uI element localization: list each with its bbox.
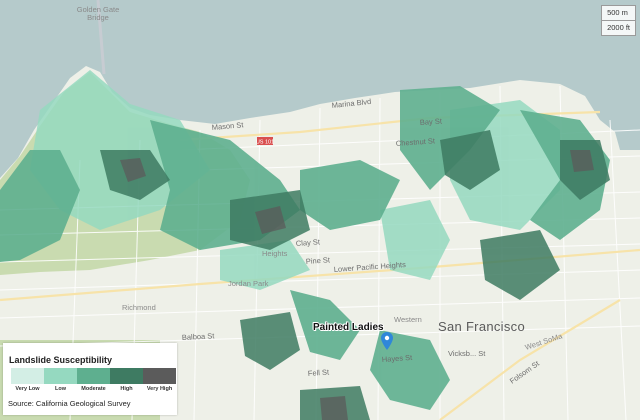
map-view[interactable]: US 101 Golden Gate Bridge Marina Blvd Ma… [0,0,640,420]
scale-bar: 500 m 2000 ft [601,5,636,36]
scale-imperial: 2000 ft [602,20,635,35]
area-richmond: Richmond [122,303,156,312]
legend-label-high: High [120,386,133,392]
painted-ladies-label[interactable]: Painted Ladies [313,322,384,333]
street-clay-st: Clay St [296,237,322,248]
street-vicksburg-st: Vicksb... St [448,349,486,358]
street-bay-st: Bay St [420,116,444,127]
legend-swatch-very-high [143,368,176,384]
area-heights: Heights [262,249,288,258]
city-label: San Francisco [438,319,525,334]
street-balboa-st: Balboa St [182,331,216,342]
legend-label-moderate: Moderate [81,386,106,392]
legend-swatch-low [44,368,77,384]
legend-source: Source: California Geological Survey [8,399,131,408]
legend-color-bar [11,368,176,384]
street-pine-st: Pine St [306,255,332,266]
legend-swatch-moderate [77,368,110,384]
area-jordan-park: Jordan Park [228,279,269,288]
legend-swatch-very-low [11,368,44,384]
scale-metric: 500 m [607,8,628,17]
route-badge-text: US 101 [256,140,274,146]
legend-label-very-high: Very High [146,386,173,392]
legend-title: Landslide Susceptibility [9,355,113,365]
street-fell-st: Fell St [308,367,331,378]
location-pin-icon[interactable] [381,332,393,350]
legend-label-low: Low [55,386,66,392]
legend-labels: Very Low Low Moderate High Very High [11,386,176,392]
legend-swatch-high [110,368,143,384]
legend-label-very-low: Very Low [15,386,40,392]
area-western: Western [394,315,422,324]
golden-gate-label-line2: Bridge [87,13,109,22]
legend-panel: Landslide Susceptibility Very Low Low Mo… [3,343,177,415]
